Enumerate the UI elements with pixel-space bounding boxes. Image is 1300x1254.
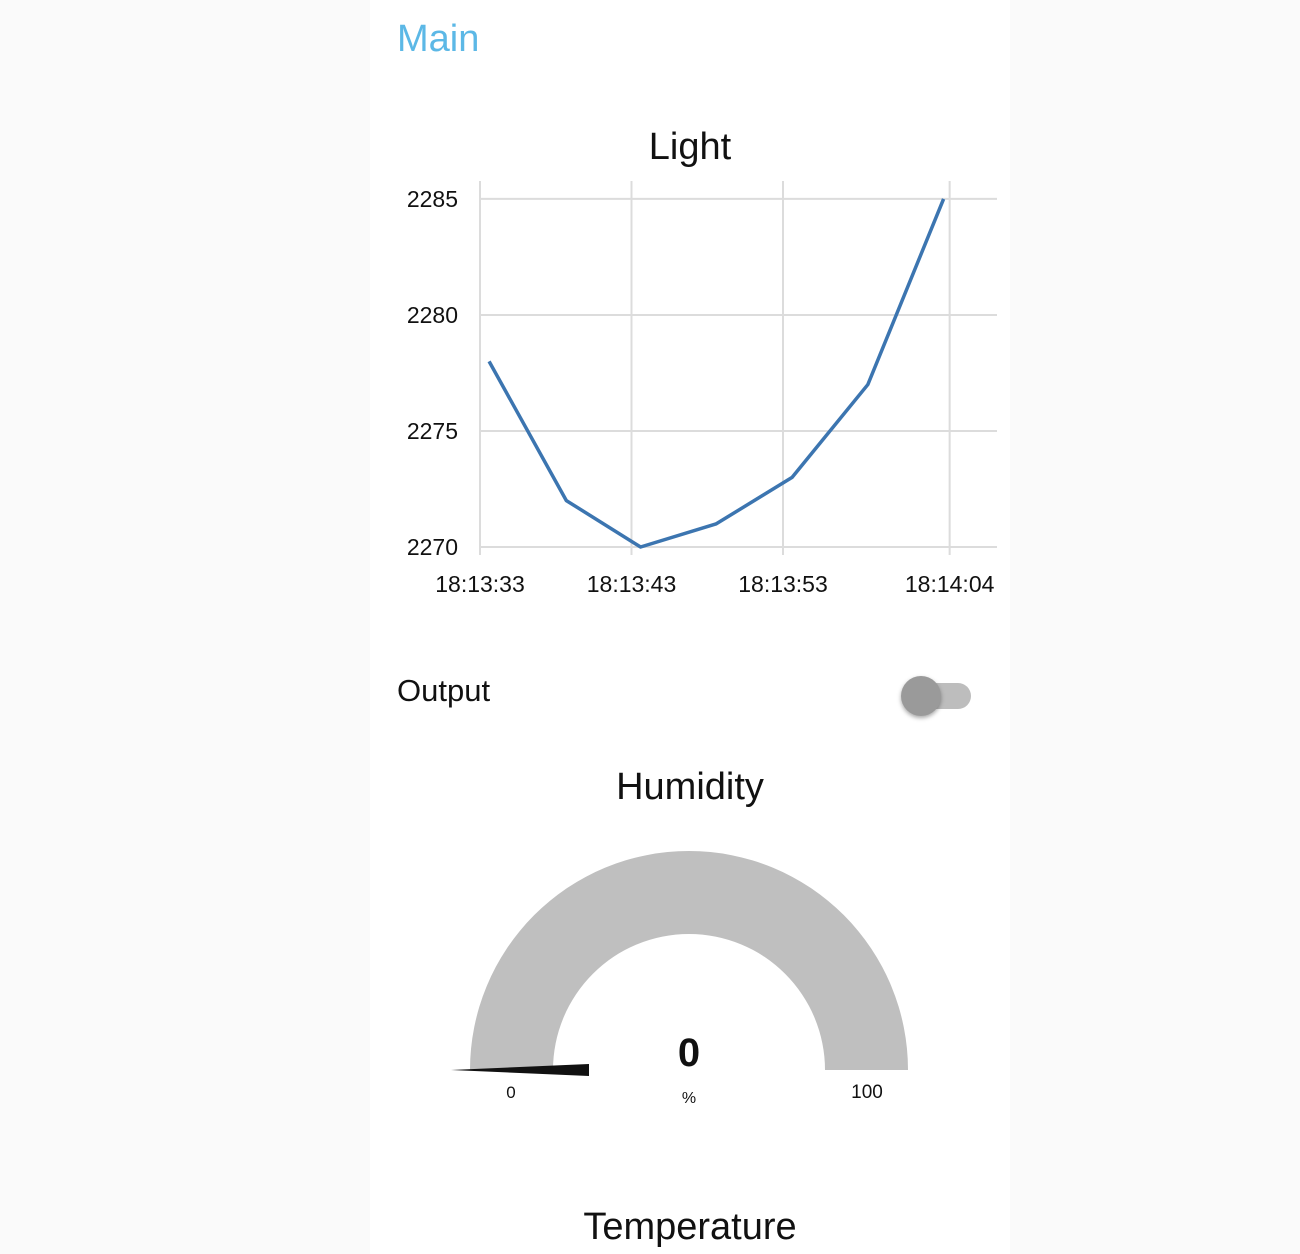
light-data-point: [639, 545, 643, 549]
light-series-line: [487, 198, 946, 549]
dashboard-panel: Main Light 2270 2275 2280 2285 18:13:33 18:13…: [370, 0, 1010, 1254]
dashboard-page: Main Light 2270 2275 2280 2285 18:13:33 18:13…: [0, 0, 1300, 1254]
light-data-point: [942, 197, 946, 201]
gauge-max-label: 100: [851, 1082, 883, 1103]
y-tick-label: 2270: [407, 534, 458, 560]
gauge-value: 0: [678, 1031, 700, 1075]
light-data-point: [714, 522, 718, 526]
light-data-point: [564, 499, 568, 503]
gauge-units: %: [682, 1090, 696, 1107]
x-tick-label: 18:13:33: [435, 571, 525, 597]
x-tick-label: 18:13:43: [587, 571, 677, 597]
output-switch-label: Output: [397, 673, 491, 708]
x-tick-label: 18:14:04: [905, 571, 995, 597]
light-chart-title: Light: [648, 126, 732, 168]
light-data-point: [487, 359, 491, 363]
light-data-point: [866, 383, 870, 387]
y-tick-label: 2275: [407, 418, 458, 444]
light-line-chart: 2270 2275 2280 2285 18:13:33 18:13:43 18:13:53…: [407, 181, 997, 597]
y-tick-label: 2285: [407, 186, 458, 212]
temperature-title: Temperature: [583, 1206, 797, 1248]
x-tick-label: 18:13:53: [738, 571, 828, 597]
output-switch-row: Output: [397, 668, 983, 716]
humidity-gauge-title: Humidity: [616, 766, 764, 808]
toggle-thumb[interactable]: [901, 676, 941, 716]
light-data-point: [790, 475, 794, 479]
gauge-min-label: 0: [506, 1083, 515, 1102]
y-tick-label: 2280: [407, 302, 458, 328]
page-title[interactable]: Main: [397, 16, 479, 62]
output-toggle[interactable]: [901, 674, 971, 716]
humidity-gauge: 0 % 0 100: [451, 851, 908, 1107]
